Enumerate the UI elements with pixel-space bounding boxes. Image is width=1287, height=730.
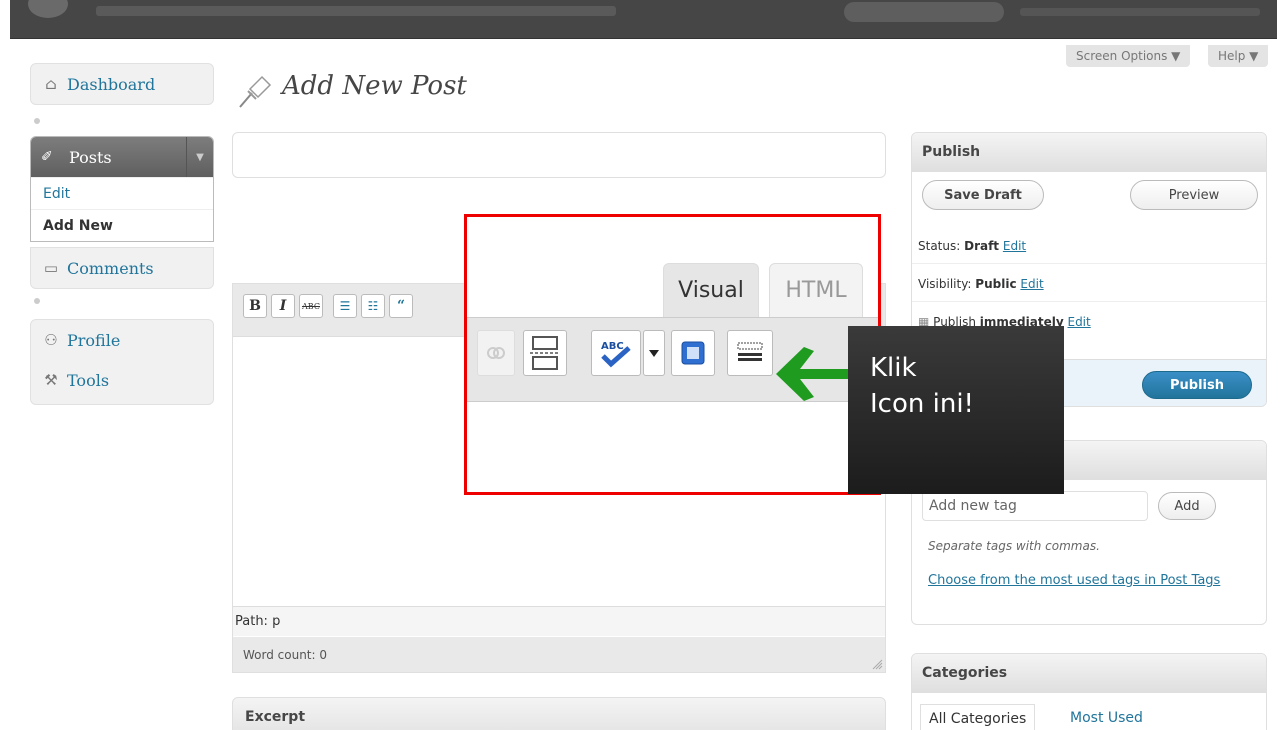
pushpin-icon: ✐	[41, 149, 53, 165]
sidebar-item-profile[interactable]: ⚇ Profile	[31, 320, 213, 360]
add-tag-button[interactable]: Add	[1158, 492, 1216, 520]
sidebar-item-comments[interactable]: ▭ Comments	[31, 248, 213, 288]
sidebar-item-label: Profile	[67, 330, 121, 350]
sidebar-dashboard-group: ⌂ Dashboard	[30, 63, 214, 105]
user-greeting	[1020, 8, 1260, 16]
tab-visual[interactable]: Visual	[663, 263, 759, 317]
word-count: Word count: 0	[233, 637, 885, 672]
screenshot-frame: Screen Options ▼ Help ▼ ⌂ Dashboard ✐ Po…	[0, 0, 1287, 730]
pushpin-icon	[239, 75, 272, 108]
blockquote-button[interactable]: “	[389, 294, 413, 318]
italic-button[interactable]: I	[271, 294, 295, 318]
unlink-icon[interactable]	[477, 330, 515, 376]
sidebar-item-label: Posts	[69, 147, 112, 167]
menu-separator	[34, 298, 40, 304]
admin-top-bar	[10, 0, 1277, 39]
users-icon: ⚇	[44, 331, 58, 349]
new-tag-input[interactable]: Add new tag	[922, 491, 1148, 521]
visibility-value: Public	[975, 277, 1017, 291]
sidebar-item-label: Comments	[67, 258, 154, 278]
help-button[interactable]: Help ▼	[1208, 45, 1269, 67]
edit-visibility-link[interactable]: Edit	[1020, 277, 1043, 291]
wordpress-logo-icon[interactable]	[28, 0, 68, 18]
arrow-left-icon	[776, 347, 854, 401]
visibility-label: Visibility:	[918, 277, 972, 291]
publish-box-title[interactable]: Publish	[912, 133, 1266, 172]
visibility-row: Visibility: Public Edit	[918, 277, 1044, 291]
edit-status-link[interactable]: Edit	[1003, 239, 1026, 253]
post-status-row: Status: Draft Edit	[918, 239, 1026, 253]
callout-line-1: Klik	[870, 353, 917, 383]
sidebar-item-label: Tools	[67, 370, 110, 390]
site-title-bar	[96, 6, 616, 16]
chevron-down-icon[interactable]: ▼	[186, 137, 213, 177]
callout-line-2: Icon ini!	[870, 389, 974, 419]
sidebar-item-dashboard[interactable]: ⌂ Dashboard	[31, 64, 213, 104]
edit-schedule-link[interactable]: Edit	[1067, 315, 1090, 329]
home-icon: ⌂	[45, 75, 57, 93]
page-title: Add New Post	[282, 71, 467, 101]
svg-text:ABC: ABC	[601, 341, 624, 352]
sidebar-posts-group: ✐ Posts ▼ Edit Add New	[30, 136, 214, 242]
screen-options-button[interactable]: Screen Options ▼	[1066, 45, 1191, 67]
categories-title[interactable]: Categories	[912, 654, 1266, 693]
annotation-callout: Klik Icon ini!	[848, 326, 1064, 494]
speech-bubble-icon: ▭	[43, 259, 59, 277]
tab-most-used[interactable]: Most Used	[1070, 710, 1143, 726]
bullet-list-button[interactable]: ☰	[333, 294, 357, 318]
divider	[912, 301, 1266, 302]
chevron-down-icon[interactable]	[643, 330, 665, 376]
excerpt-box-header[interactable]: Excerpt	[232, 697, 886, 730]
divider	[912, 263, 1266, 264]
sidebar-comments-group: ▭ Comments	[30, 247, 214, 289]
spellcheck-icon[interactable]: ABC	[591, 330, 641, 376]
post-title-input[interactable]	[232, 132, 886, 178]
bold-button[interactable]: B	[243, 294, 267, 318]
tab-html[interactable]: HTML	[769, 263, 863, 317]
sidebar-item-posts[interactable]: ✐ Posts ▼	[31, 137, 213, 177]
categories-box: Categories All Categories Most Used	[911, 653, 1267, 730]
sidebar-subitem-edit[interactable]: Edit	[31, 177, 213, 209]
tab-all-categories[interactable]: All Categories	[920, 704, 1036, 730]
sidebar-item-tools[interactable]: ⚒ Tools	[31, 360, 213, 400]
admin-main: Screen Options ▼ Help ▼ ⌂ Dashboard ✐ Po…	[10, 39, 1277, 730]
menu-separator	[34, 118, 40, 124]
kitchen-sink-icon[interactable]	[727, 330, 773, 376]
sidebar-item-label: Dashboard	[67, 74, 156, 94]
save-draft-button[interactable]: Save Draft	[922, 180, 1044, 210]
status-label: Status:	[918, 239, 961, 253]
resize-handle-icon[interactable]	[871, 658, 883, 670]
sidebar-users-group: ⚇ Profile ⚒ Tools	[30, 319, 214, 405]
status-value: Draft	[964, 239, 1000, 253]
strikethrough-button[interactable]: ABC	[299, 294, 323, 318]
insert-more-icon[interactable]	[523, 330, 567, 376]
quick-action-pill[interactable]	[844, 2, 1004, 22]
editor-path: Path: p	[233, 606, 885, 636]
most-used-tags-link[interactable]: Choose from the most used tags in Post T…	[928, 571, 1238, 591]
tools-icon: ⚒	[44, 371, 58, 389]
tags-hint: Separate tags with commas.	[928, 539, 1100, 553]
fullscreen-icon[interactable]	[671, 330, 715, 376]
sidebar-subitem-add-new[interactable]: Add New	[31, 209, 213, 241]
numbered-list-button[interactable]: ☷	[361, 294, 385, 318]
preview-button[interactable]: Preview	[1130, 180, 1258, 210]
publish-button[interactable]: Publish	[1142, 371, 1252, 399]
